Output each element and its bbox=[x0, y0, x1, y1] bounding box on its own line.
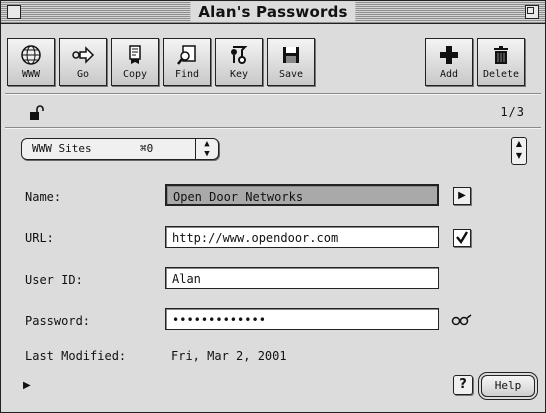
user-id-field[interactable]: Alan bbox=[165, 267, 439, 289]
add-label: Add bbox=[439, 69, 459, 80]
close-box[interactable] bbox=[7, 5, 21, 19]
reveal-password-icon[interactable] bbox=[451, 311, 473, 330]
name-field[interactable]: Open Door Networks bbox=[165, 184, 439, 206]
floppy-disk-icon bbox=[268, 43, 314, 67]
find-label: Find bbox=[174, 69, 200, 80]
password-window: Alan's Passwords WWW Go Copy Find Key Sa… bbox=[0, 0, 546, 413]
record-stepper[interactable]: ▲ ▼ bbox=[511, 137, 527, 165]
zoom-box[interactable] bbox=[525, 5, 539, 19]
disclosure-triangle-icon[interactable]: ▶ bbox=[23, 380, 31, 391]
url-field[interactable]: http://www.opendoor.com bbox=[165, 226, 439, 248]
category-shortcut: ⌘0 bbox=[140, 142, 154, 155]
go-label: Go bbox=[76, 69, 90, 80]
password-field[interactable]: ••••••••••••• bbox=[165, 308, 439, 330]
key-label: Key bbox=[229, 69, 249, 80]
help-button[interactable]: Help bbox=[481, 375, 535, 397]
plus-icon bbox=[426, 43, 472, 67]
key-button[interactable]: Key bbox=[215, 38, 263, 86]
save-button[interactable]: Save bbox=[267, 38, 315, 86]
globe-icon bbox=[8, 43, 54, 67]
www-button[interactable]: WWW bbox=[7, 38, 55, 86]
toolbar: WWW Go Copy Find Key Save Add Delete bbox=[1, 24, 545, 92]
key-icon bbox=[216, 43, 262, 67]
category-selected: WWW Sites bbox=[32, 142, 92, 155]
help-icon[interactable]: ? bbox=[453, 375, 473, 395]
unlocked-lock-icon[interactable] bbox=[29, 105, 45, 121]
popup-arrows-icon: ▲ ▼ bbox=[195, 139, 218, 159]
down-arrow-icon[interactable]: ▼ bbox=[516, 151, 522, 160]
copy-icon bbox=[112, 43, 158, 67]
add-button[interactable]: Add bbox=[425, 38, 473, 86]
find-button[interactable]: Find bbox=[163, 38, 211, 86]
title-bar[interactable]: Alan's Passwords bbox=[1, 1, 545, 24]
divider bbox=[5, 127, 541, 129]
password-label: Password: bbox=[25, 314, 91, 328]
www-label: WWW bbox=[21, 69, 41, 80]
save-label: Save bbox=[278, 69, 304, 80]
window-title: Alan's Passwords bbox=[190, 2, 356, 22]
delete-label: Delete bbox=[482, 69, 520, 80]
find-icon bbox=[164, 43, 210, 67]
url-label: URL: bbox=[25, 231, 54, 245]
copy-label: Copy bbox=[122, 69, 148, 80]
user-id-label: User ID: bbox=[25, 273, 83, 287]
copy-button[interactable]: Copy bbox=[111, 38, 159, 86]
last-modified-value: Fri, Mar 2, 2001 bbox=[171, 349, 287, 363]
category-popup[interactable]: WWW Sites ⌘0 ▲ ▼ bbox=[21, 138, 219, 160]
up-arrow-icon[interactable]: ▲ bbox=[516, 139, 522, 148]
last-modified-label: Last Modified: bbox=[25, 349, 127, 363]
record-counter: 1/3 bbox=[500, 105, 525, 119]
delete-button[interactable]: Delete bbox=[477, 38, 525, 86]
name-label: Name: bbox=[25, 190, 62, 204]
go-button[interactable]: Go bbox=[59, 38, 107, 86]
checkmark-icon bbox=[456, 231, 469, 245]
url-checkbox[interactable] bbox=[453, 229, 471, 247]
trash-icon bbox=[478, 43, 524, 67]
go-arrow-icon bbox=[60, 43, 106, 67]
play-icon[interactable]: ▶ bbox=[453, 187, 471, 205]
divider bbox=[5, 93, 541, 95]
